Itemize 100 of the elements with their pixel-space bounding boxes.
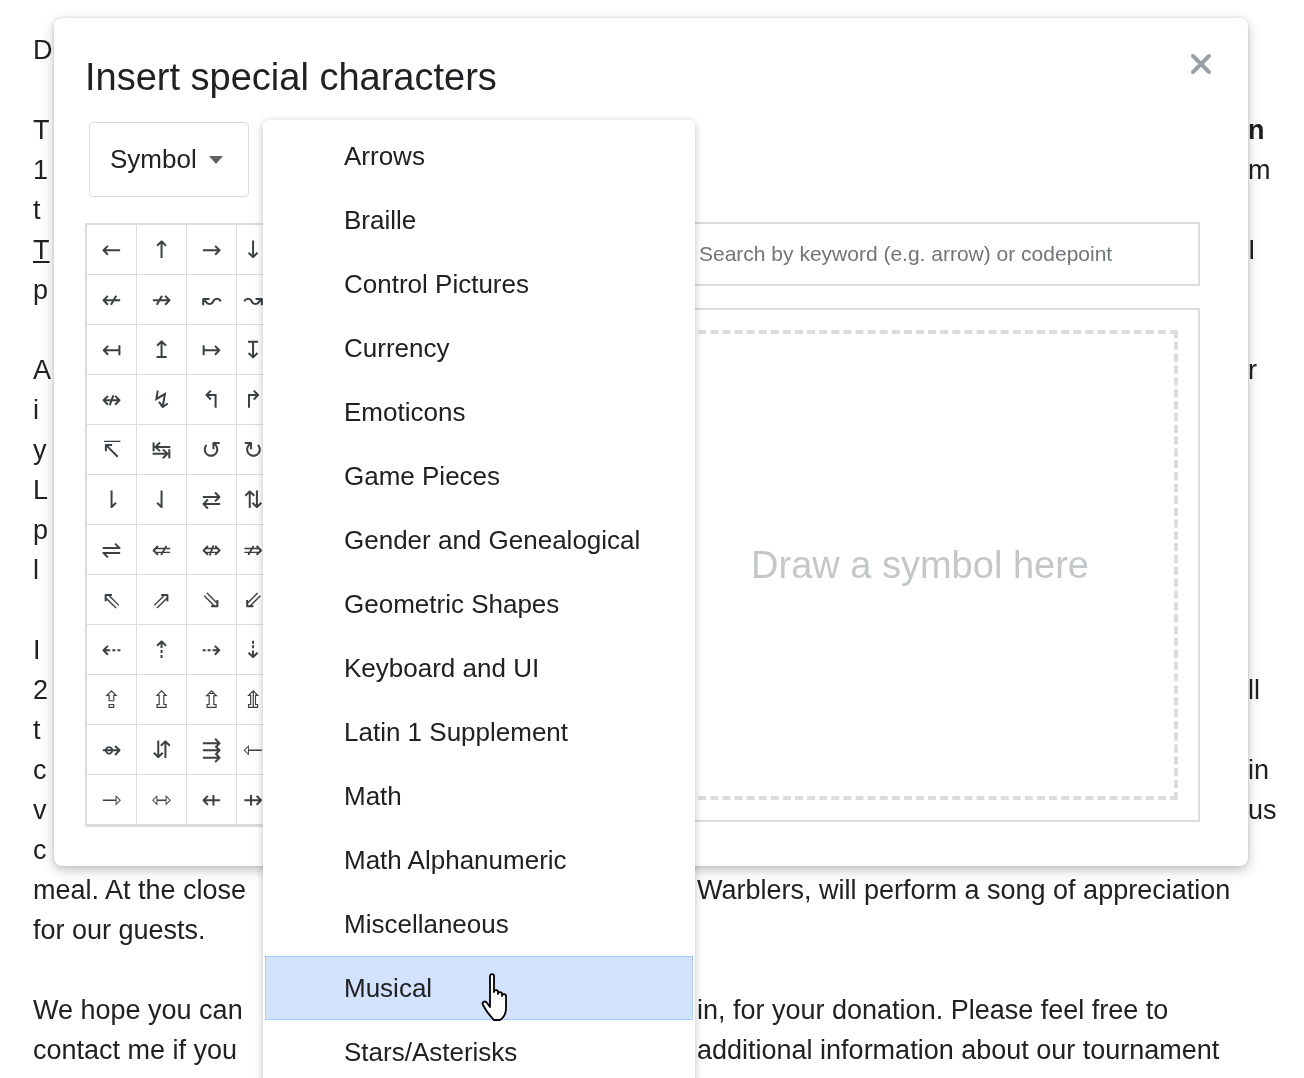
symbol-character: ⇙	[243, 585, 264, 614]
symbol-character: ⇫	[151, 685, 172, 714]
document-text: n	[1248, 115, 1265, 145]
symbol-cell[interactable]: ↜	[187, 275, 237, 325]
symbol-character: ⇖	[101, 585, 122, 614]
document-text: t	[33, 714, 41, 747]
symbol-character: ⇴	[101, 735, 122, 764]
symbol-character: →	[201, 235, 222, 264]
symbol-cell[interactable]: ↰	[187, 375, 237, 425]
symbol-cell[interactable]: ←	[87, 225, 137, 275]
symbol-character: ⇸	[243, 785, 264, 814]
dialog-title: Insert special characters	[85, 55, 497, 100]
symbol-cell[interactable]: ↛	[137, 275, 187, 325]
symbol-cell[interactable]: ⇠	[87, 625, 137, 675]
symbol-cell[interactable]: ⇾	[87, 775, 137, 825]
symbol-cell[interactable]: ⇢	[187, 625, 237, 675]
symbol-cell[interactable]: ↚	[87, 275, 137, 325]
document-text: m	[1248, 155, 1271, 185]
symbol-character: ↜	[201, 285, 222, 314]
symbol-character: ↥	[151, 335, 172, 364]
symbol-character: ⇿	[151, 785, 172, 814]
symbol-character: ↮	[101, 385, 122, 414]
close-icon[interactable]	[1190, 53, 1212, 75]
symbol-cell[interactable]: ⇄	[187, 475, 237, 525]
symbol-character: ↦	[201, 335, 222, 364]
symbol-cell[interactable]: ⇌	[87, 525, 137, 575]
symbol-cell[interactable]: ↯	[137, 375, 187, 425]
document-text: p	[33, 274, 49, 307]
symbol-character: ↰	[201, 385, 222, 414]
symbol-character: ⇬	[201, 685, 222, 714]
symbol-cell[interactable]: ↤	[87, 325, 137, 375]
symbol-character: ⇭	[243, 685, 264, 714]
symbol-cell[interactable]: ⇴	[87, 725, 137, 775]
symbol-character: ⇂	[101, 485, 122, 514]
drawing-hint: Draw a symbol here	[751, 543, 1089, 587]
symbol-cell[interactable]: ⇿	[137, 775, 187, 825]
symbol-character: ⇪	[101, 685, 122, 714]
document-text: t	[33, 194, 41, 227]
document-text: contact me if you	[33, 1034, 238, 1067]
document-text: v	[33, 794, 47, 827]
document-text: i	[33, 394, 39, 427]
symbol-cell[interactable]: ↮	[87, 375, 137, 425]
symbol-cell[interactable]: ↹	[137, 425, 187, 475]
symbol-character: ⇷	[201, 785, 222, 814]
symbol-character: ↯	[151, 385, 172, 414]
symbol-character: ⇶	[201, 735, 222, 764]
symbol-cell[interactable]: ⇘	[187, 575, 237, 625]
symbol-cell[interactable]: ⇵	[137, 725, 187, 775]
document-text: us	[1248, 795, 1277, 825]
document-text: T	[33, 114, 50, 147]
symbol-character: ⇍	[151, 535, 172, 564]
symbol-character: ↤	[101, 335, 122, 364]
symbol-cell[interactable]: ↸	[87, 425, 137, 475]
document-text: r	[1248, 355, 1257, 385]
symbol-character: ⇌	[101, 535, 122, 564]
symbol-character: ↻	[243, 435, 264, 464]
caret-icon	[208, 155, 223, 164]
document-text: c	[33, 754, 47, 787]
symbol-cell[interactable]: ⇂	[87, 475, 137, 525]
document-text: additional information about our tournament	[697, 1035, 1220, 1065]
symbol-cell[interactable]: →	[187, 225, 237, 275]
menu-item[interactable]: Stars/Asterisks	[265, 1020, 693, 1078]
symbol-cell[interactable]: ⇗	[137, 575, 187, 625]
document-text: L	[33, 474, 49, 507]
symbol-character: ⇡	[151, 635, 172, 664]
symbol-character: ↺	[201, 435, 222, 464]
symbol-character: ⇢	[201, 635, 222, 664]
link-text[interactable]: T	[33, 230, 50, 270]
symbol-character: ↑	[151, 235, 172, 264]
document-text: I	[33, 634, 41, 667]
symbol-character: ⇘	[201, 585, 222, 614]
menu-item[interactable]: Arrows	[265, 124, 693, 188]
menu-item[interactable]: Miscellaneous	[265, 892, 693, 956]
symbol-cell[interactable]: ⇷	[187, 775, 237, 825]
menu-item[interactable]: Musical	[265, 956, 693, 1020]
symbol-character: ⇵	[151, 735, 172, 764]
symbol-character: ↹	[151, 435, 172, 464]
symbol-cell[interactable]: ⇪	[87, 675, 137, 725]
menu-item[interactable]: Math Alphanumeric	[265, 828, 693, 892]
symbol-dropdown[interactable]: Symbol	[89, 122, 249, 197]
symbol-cell[interactable]: ⇶	[187, 725, 237, 775]
symbol-cell[interactable]: ↥	[137, 325, 187, 375]
document-text: for our guests.	[33, 914, 206, 947]
document-text: I	[1248, 235, 1256, 265]
symbol-cell[interactable]: ⇍	[137, 525, 187, 575]
symbol-character: ⇄	[201, 485, 222, 514]
document-text: ll	[1248, 675, 1260, 705]
document-text: 1	[33, 154, 49, 187]
symbol-cell[interactable]: ↺	[187, 425, 237, 475]
document-text: A	[33, 354, 51, 387]
symbol-cell[interactable]: ⇬	[187, 675, 237, 725]
symbol-cell[interactable]: ⇃	[137, 475, 187, 525]
symbol-character: ⇗	[151, 585, 172, 614]
symbol-cell[interactable]: ↑	[137, 225, 187, 275]
symbol-cell[interactable]: ⇎	[187, 525, 237, 575]
symbol-cell[interactable]: ⇡	[137, 625, 187, 675]
symbol-cell[interactable]: ⇖	[87, 575, 137, 625]
document-text: D	[33, 34, 53, 67]
symbol-cell[interactable]: ↦	[187, 325, 237, 375]
symbol-cell[interactable]: ⇫	[137, 675, 187, 725]
